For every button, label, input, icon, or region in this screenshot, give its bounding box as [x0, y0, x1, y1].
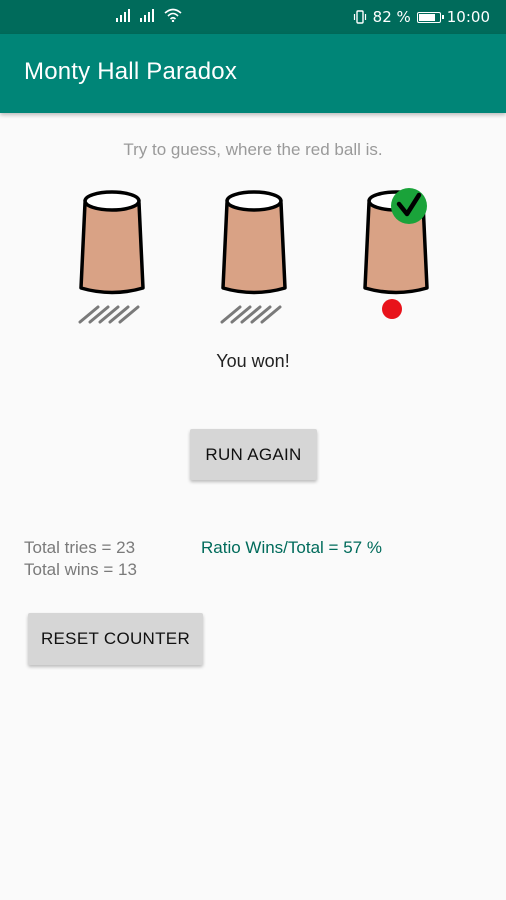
- app-title: Monty Hall Paradox: [24, 58, 238, 85]
- status-bar: 82 % 10:00: [0, 0, 506, 34]
- check-icon: [391, 188, 427, 224]
- clock: 10:00: [446, 8, 490, 26]
- cup-3[interactable]: [356, 185, 436, 325]
- signal-group: [116, 8, 182, 22]
- shadow-stripes: [220, 305, 282, 324]
- battery-percent: 82 %: [372, 8, 411, 26]
- cup-1[interactable]: [72, 185, 152, 325]
- wifi-icon: [164, 8, 182, 22]
- signal-icon: [140, 8, 154, 22]
- ratio-text: Ratio Wins/Total = 57 %: [201, 538, 382, 557]
- status-right: 82 % 10:00: [353, 0, 490, 34]
- total-wins: Total wins = 13: [24, 560, 137, 579]
- hint-text: Try to guess, where the red ball is.: [123, 140, 383, 159]
- app-bar: Monty Hall Paradox: [0, 34, 506, 113]
- battery-icon: [416, 11, 444, 23]
- total-tries: Total tries = 23: [24, 538, 136, 557]
- vibrate-icon: [353, 10, 366, 24]
- run-again-button[interactable]: RUN AGAIN: [190, 429, 317, 480]
- result-text: You won!: [216, 351, 290, 371]
- stats-block: Total tries = 23 Total wins = 13: [24, 537, 137, 581]
- cup-2[interactable]: [214, 185, 294, 325]
- reset-counter-button[interactable]: RESET COUNTER: [28, 613, 203, 665]
- shadow-stripes: [78, 305, 140, 324]
- red-ball: [382, 299, 402, 319]
- signal-icon: [116, 8, 130, 22]
